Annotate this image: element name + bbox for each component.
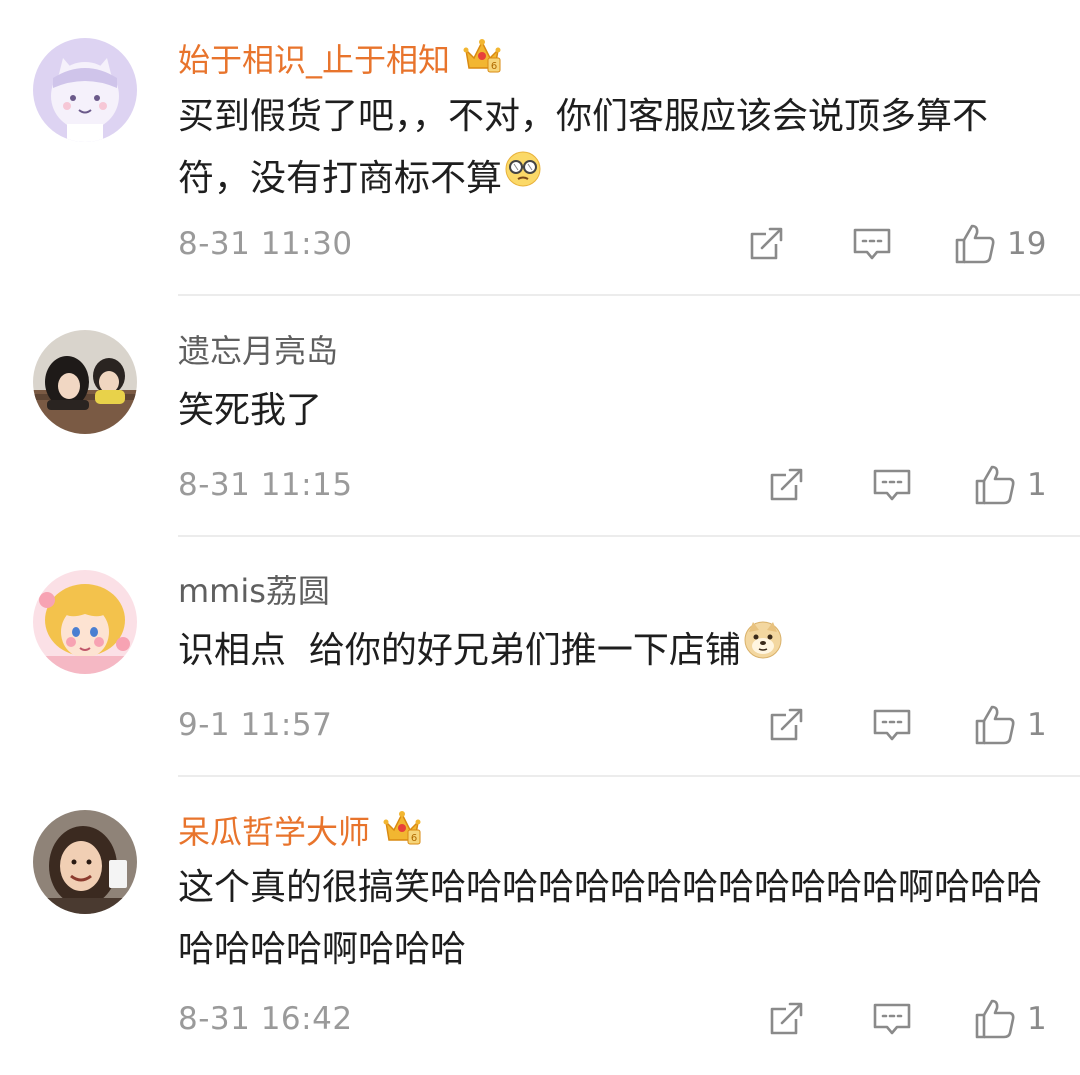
- vip-crown-icon: 6: [382, 808, 422, 855]
- repost-icon: [770, 468, 803, 501]
- repost-button[interactable]: [764, 703, 808, 747]
- avatar[interactable]: [33, 810, 137, 914]
- username-text[interactable]: 呆瓜哲学大师: [178, 813, 370, 851]
- thumbs-up-icon: [975, 705, 1015, 745]
- avatar[interactable]: [33, 570, 137, 674]
- like-button[interactable]: 1: [973, 703, 1047, 747]
- repost-icon: [770, 708, 803, 741]
- broken-glasses-emoji: [504, 146, 542, 208]
- repost-icon: [770, 1002, 803, 1035]
- repost-button[interactable]: [744, 222, 788, 266]
- thumbs-up-icon: [975, 999, 1015, 1039]
- comment-time: 8-31 11:15: [178, 467, 353, 503]
- comment-button[interactable]: [850, 222, 894, 266]
- vip-crown-icon: 6: [462, 36, 502, 83]
- comment-text-content: 这个真的很搞笑哈哈哈哈哈哈哈哈哈哈哈哈哈啊哈哈哈哈哈哈哈啊哈哈哈: [178, 867, 1043, 970]
- doge-emoji: [743, 618, 783, 680]
- comment-text-content: 买到假货了吧，，不对，你们客服应该会说顶多算不符，没有打商标不算: [178, 96, 989, 199]
- like-count: 1: [1027, 1001, 1047, 1037]
- comment-text: 这个真的很搞笑哈哈哈哈哈哈哈哈哈哈哈哈哈啊哈哈哈哈哈哈哈啊哈哈哈: [178, 857, 1048, 981]
- like-count: 1: [1027, 707, 1047, 743]
- avatar[interactable]: [33, 330, 137, 434]
- like-button[interactable]: 1: [973, 463, 1047, 507]
- comment-icon: [853, 228, 891, 260]
- comment-time: 9-1 11:57: [178, 707, 333, 743]
- comment-time: 8-31 16:42: [178, 1001, 353, 1037]
- comment-list: 始于相识_止于相知 6 买到假货了吧，，不对，你们客服应该会说顶多算不符，没有打…: [0, 0, 1080, 1075]
- comment-text-content: 笑死我了: [178, 390, 323, 431]
- username[interactable]: 呆瓜哲学大师 6: [178, 810, 422, 855]
- comment-time: 8-31 11:30: [178, 226, 353, 262]
- comment-text: 笑死我了: [178, 380, 1048, 442]
- thumbs-up-icon: [955, 224, 995, 264]
- comment-text-content: 识相点 给你的好兄弟们推一下店铺: [178, 630, 741, 671]
- avatar[interactable]: [33, 38, 137, 142]
- like-button[interactable]: 1: [973, 997, 1047, 1041]
- username[interactable]: 遗忘月亮岛: [178, 331, 338, 371]
- divider: [178, 294, 1080, 296]
- like-count: 1: [1027, 467, 1047, 503]
- username[interactable]: 始于相识_止于相知 6: [178, 38, 502, 83]
- username[interactable]: mmis荔圆: [178, 571, 330, 611]
- comment-button[interactable]: [870, 703, 914, 747]
- like-button[interactable]: 19: [953, 222, 1046, 266]
- comment-button[interactable]: [870, 997, 914, 1041]
- comment-icon: [873, 709, 911, 741]
- like-count: 19: [1007, 226, 1047, 262]
- repost-button[interactable]: [764, 997, 808, 1041]
- comment-text: 识相点 给你的好兄弟们推一下店铺: [178, 620, 1048, 682]
- comment-icon: [873, 1003, 911, 1035]
- svg-text:6: 6: [411, 833, 417, 844]
- username-text[interactable]: 始于相识_止于相知: [178, 41, 450, 79]
- comment-icon: [873, 469, 911, 501]
- comment-button[interactable]: [870, 463, 914, 507]
- repost-button[interactable]: [764, 463, 808, 507]
- divider: [178, 775, 1080, 777]
- svg-text:6: 6: [491, 61, 497, 72]
- thumbs-up-icon: [975, 465, 1015, 505]
- repost-icon: [750, 227, 783, 260]
- divider: [178, 535, 1080, 537]
- comment-text: 买到假货了吧，，不对，你们客服应该会说顶多算不符，没有打商标不算: [178, 86, 1048, 210]
